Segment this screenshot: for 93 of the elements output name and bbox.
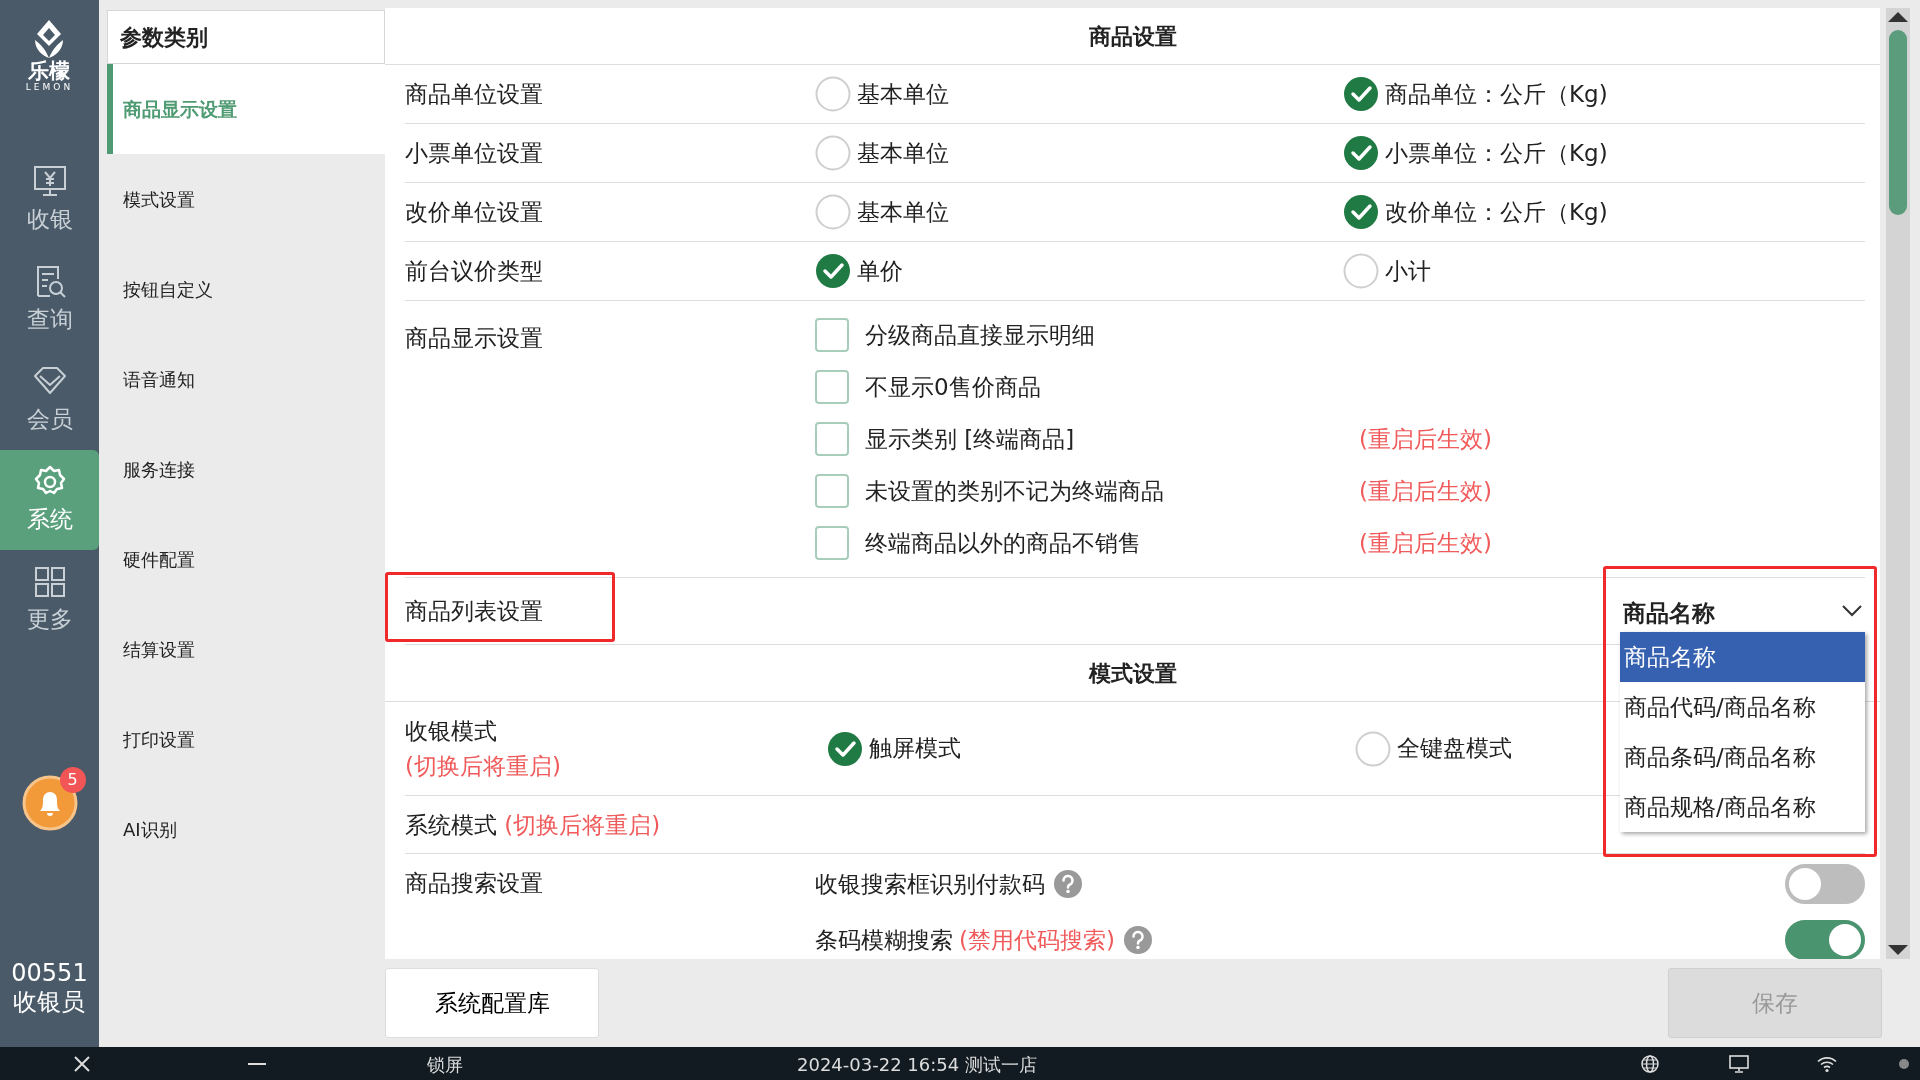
nav-item[interactable]: 会员 xyxy=(0,350,99,450)
status-text: 2024-03-22 16:54 测试一店 xyxy=(797,1052,1037,1076)
restart-note: (重启后生效) xyxy=(1359,528,1492,558)
wifi-icon xyxy=(1817,1055,1837,1072)
setting-label: 小票单位设置 xyxy=(405,140,543,166)
section-title: 商品设置 xyxy=(385,8,1880,65)
checked-radio-icon xyxy=(1343,194,1379,231)
checkbox[interactable] xyxy=(815,422,849,456)
radio-option[interactable]: 基本单位 xyxy=(815,135,949,172)
dropdown-option[interactable]: 商品代码/商品名称 xyxy=(1620,682,1865,732)
setting-label: 收银搜索框识别付款码 xyxy=(815,869,1045,899)
radio-option[interactable]: 触屏模式 xyxy=(827,730,961,767)
checkbox-label: 不显示0售价商品 xyxy=(865,372,1042,402)
checked-radio-icon xyxy=(827,730,863,767)
nav-label: 更多 xyxy=(26,604,73,634)
checkbox[interactable] xyxy=(815,526,849,560)
category-header: 参数类别 xyxy=(107,10,385,64)
dropdown-option[interactable]: 商品规格/商品名称 xyxy=(1620,782,1865,832)
nav-label: 查询 xyxy=(26,304,73,334)
dropdown-option[interactable]: 商品名称 xyxy=(1620,632,1865,682)
radio-option[interactable]: 基本单位 xyxy=(815,76,949,113)
category-item[interactable]: 硬件配置 xyxy=(107,514,385,604)
checkbox[interactable] xyxy=(815,370,849,404)
radio-option[interactable]: 单价 xyxy=(815,253,903,290)
setting-label: 商品单位设置 xyxy=(405,81,543,107)
toggle-switch[interactable] xyxy=(1785,864,1865,904)
radio-option[interactable]: 基本单位 xyxy=(815,194,949,231)
nav-label: 系统 xyxy=(26,504,73,534)
setting-label: 收银模式 xyxy=(405,717,498,746)
status-dot-icon xyxy=(1899,1058,1909,1069)
setting-label: 商品显示设置 xyxy=(405,325,543,351)
category-item[interactable]: AI识别 xyxy=(107,784,385,874)
radio-option[interactable]: 改价单位：公斤（Kg) xyxy=(1343,194,1608,231)
category-item[interactable]: 语音通知 xyxy=(107,334,385,424)
category-item[interactable]: 服务连接 xyxy=(107,424,385,514)
nav-item[interactable]: 查询 xyxy=(0,250,99,350)
select-value[interactable]: 商品名称 xyxy=(1623,596,1715,631)
dropdown-option[interactable]: 商品条码/商品名称 xyxy=(1620,732,1865,782)
chevron-down-icon xyxy=(1841,604,1863,617)
minimize-icon xyxy=(248,1062,266,1065)
setting-label: 条码模糊搜索 xyxy=(815,925,953,955)
logo-subtitle: LEMON xyxy=(25,83,74,93)
checkbox-label: 分级商品直接显示明细 xyxy=(865,320,1096,350)
checkbox[interactable] xyxy=(815,474,849,508)
category-item[interactable]: 打印设置 xyxy=(107,694,385,784)
radio-option[interactable]: 全键盘模式 xyxy=(1355,730,1512,767)
help-icon xyxy=(1122,925,1153,955)
toggle-switch[interactable] xyxy=(1785,920,1865,959)
restart-note: (重启后生效) xyxy=(1359,424,1492,454)
restart-note: (重启后生效) xyxy=(1359,476,1492,506)
nav-item[interactable]: 更多 xyxy=(0,550,99,650)
notification-badge: 5 xyxy=(59,767,86,793)
setting-label: 商品搜索设置 xyxy=(405,870,543,896)
scrollbar-thumb[interactable] xyxy=(1889,30,1907,215)
nav-item[interactable]: 收银 xyxy=(0,150,99,250)
globe-icon xyxy=(1641,1054,1659,1073)
nav-label: 收银 xyxy=(26,204,73,234)
checked-radio-icon xyxy=(1343,135,1379,172)
user-code: 00551 xyxy=(11,959,88,989)
checked-radio-icon xyxy=(815,253,851,290)
setting-label: 商品列表设置 xyxy=(405,597,543,624)
radio-option[interactable]: 小计 xyxy=(1343,253,1431,290)
radio-option[interactable]: 小票单位：公斤（Kg) xyxy=(1343,135,1608,172)
close-icon xyxy=(73,1054,91,1073)
category-item[interactable]: 模式设置 xyxy=(107,154,385,244)
setting-label: 改价单位设置 xyxy=(405,199,543,225)
category-item[interactable]: 结算设置 xyxy=(107,604,385,694)
config-button[interactable]: 系统配置库 xyxy=(385,968,599,1038)
checkbox-label: 终端商品以外的商品不销售 xyxy=(865,528,1142,558)
lock-screen-button[interactable]: 锁屏 xyxy=(427,1050,463,1077)
radio-icon xyxy=(1355,730,1391,767)
checkbox-label: 未设置的类别不记为终端商品 xyxy=(865,476,1165,506)
category-item[interactable]: 按钮自定义 xyxy=(107,244,385,334)
help-icon xyxy=(1053,869,1083,899)
restart-note: (切换后将重启) xyxy=(504,812,661,838)
restart-note: (切换后将重启) xyxy=(405,751,562,781)
radio-option[interactable]: 商品单位：公斤（Kg) xyxy=(1343,76,1608,113)
radio-icon xyxy=(815,194,851,231)
checked-radio-icon xyxy=(1343,76,1379,113)
setting-label: 系统模式 xyxy=(405,812,497,838)
setting-label: 前台议价类型 xyxy=(405,258,543,284)
radio-icon xyxy=(815,76,851,113)
monitor-icon xyxy=(1729,1054,1749,1073)
checkbox[interactable] xyxy=(815,318,849,352)
scrollbar[interactable] xyxy=(1886,8,1910,959)
logo-title: 乐檬 xyxy=(28,60,71,83)
checkbox-label: 显示类别 [终端商品] xyxy=(865,424,1076,454)
restart-note: (禁用代码搜索) xyxy=(959,925,1115,955)
user-role: 收银员 xyxy=(12,988,87,1017)
nav-label: 会员 xyxy=(26,404,73,434)
bell-icon xyxy=(21,775,78,831)
radio-icon xyxy=(1343,253,1379,290)
radio-icon xyxy=(815,135,851,172)
